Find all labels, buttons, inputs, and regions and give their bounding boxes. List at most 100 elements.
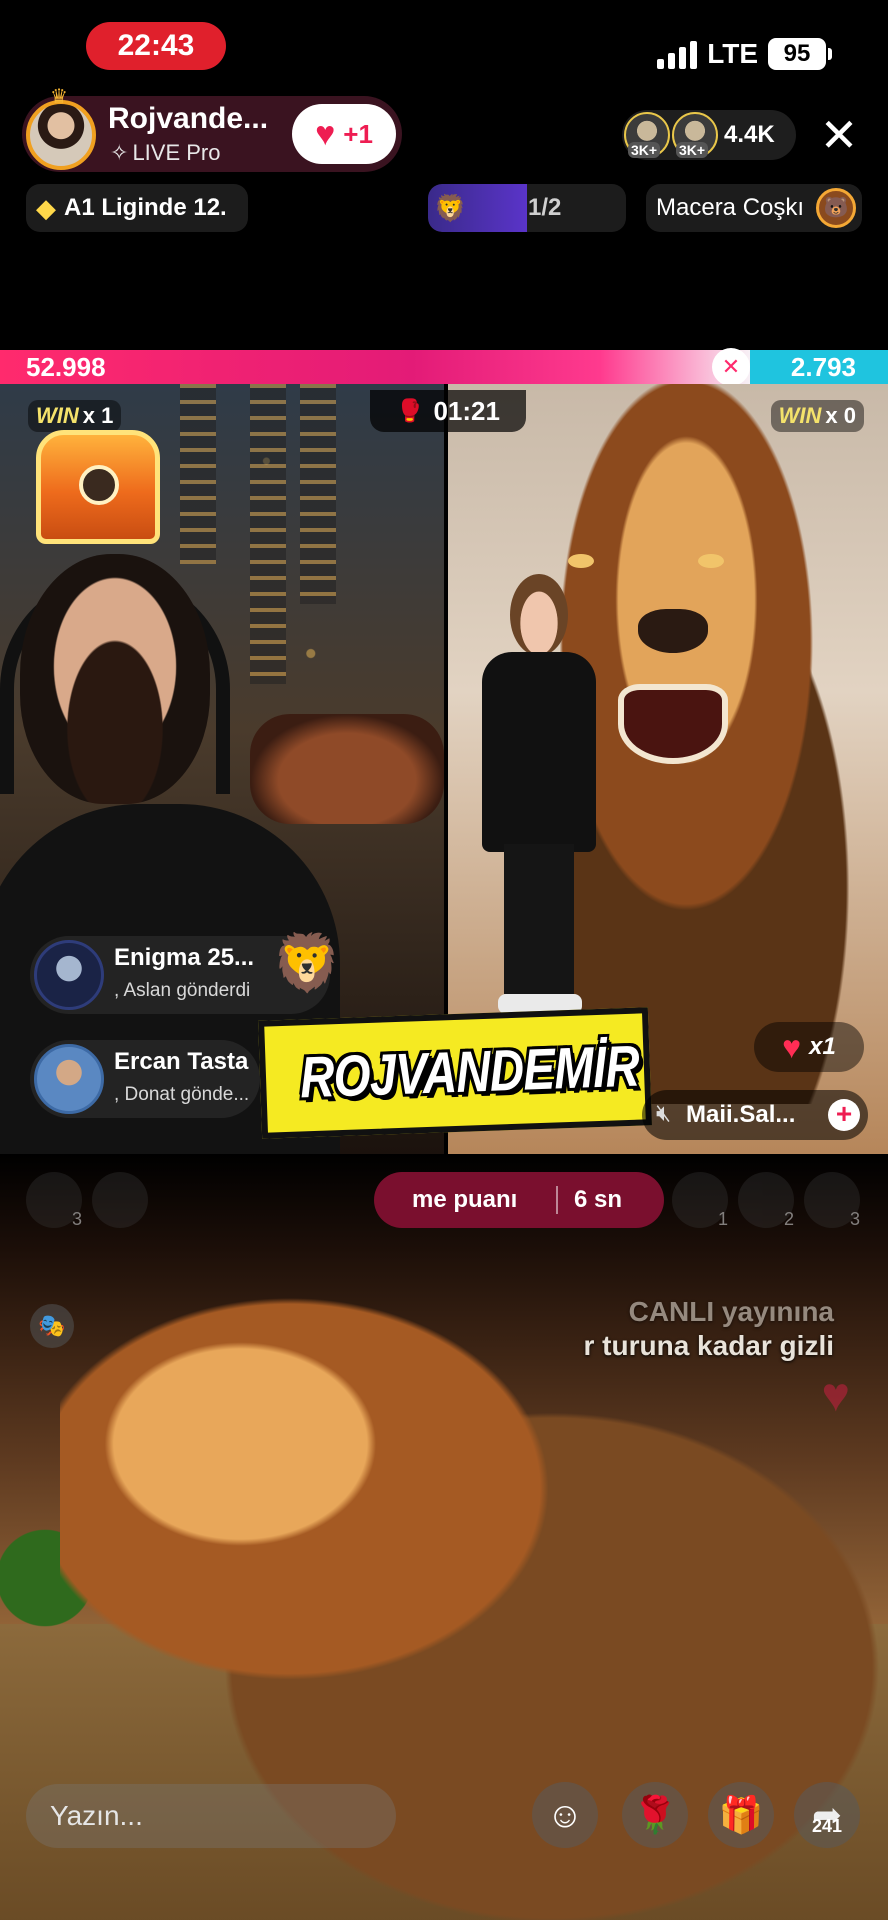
follow-button[interactable]: ♥ +1 <box>292 104 396 164</box>
lion-eye <box>568 554 594 568</box>
host-subtitle: ✧ LIVE Pro <box>110 140 220 166</box>
opponent-head <box>510 574 568 656</box>
score-pill: me puanı 6 sn <box>374 1172 664 1228</box>
chat-message: CANLI yayınına <box>628 1296 834 1327</box>
like-multiplier: ♥ x1 <box>754 1022 864 1072</box>
rank-number: 2 <box>783 1209 794 1229</box>
city-lights <box>250 384 286 684</box>
rose-icon[interactable]: 🌹 <box>622 1782 688 1848</box>
battle-score-bar: ✕ 52.998 2.793 <box>0 348 888 386</box>
bear-icon: 🐻 <box>816 188 856 228</box>
lion-icon: 🦁 <box>434 192 467 223</box>
diamond-icon: ◆ <box>36 192 56 223</box>
opponent-body <box>482 652 596 852</box>
adventure-chip[interactable]: Macera Coşkı 🐻 <box>646 184 862 232</box>
lion-eye <box>698 554 724 568</box>
opponent-person <box>468 574 608 1014</box>
rank-avatar[interactable]: 1 <box>672 1172 728 1229</box>
battle-score-left: 52.998 <box>26 352 106 382</box>
comment-input[interactable]: Yazın... <box>26 1784 396 1848</box>
score-label: me puanı <box>412 1186 518 1213</box>
chest-lock-icon <box>79 465 119 505</box>
chat-message: r turuna kadar gizli <box>583 1330 835 1361</box>
battle-score-right: 2.793 <box>790 352 856 382</box>
lion-mouth <box>618 684 728 764</box>
battery-icon: 95 <box>768 38 832 70</box>
host-avatar[interactable] <box>26 100 96 170</box>
viewer-avatar[interactable]: 3K+ <box>672 112 718 158</box>
treasure-chest-icon[interactable] <box>36 430 160 544</box>
floating-heart-icon: ♥ <box>821 1369 851 1422</box>
status-time: 22:43 <box>86 22 226 70</box>
league-chip[interactable]: ◆ A1 Liginde 12. <box>26 184 248 232</box>
gift-notification[interactable]: Ercan Tasta , Donat gönde... <box>30 1040 260 1118</box>
timer-text: 01:21 <box>433 395 500 426</box>
league-text: A1 Liginde 12. <box>64 194 227 221</box>
win-label: WIN <box>36 403 79 428</box>
opponent-legs <box>504 844 574 994</box>
gift-icon[interactable]: 🎁 <box>708 1782 774 1848</box>
streamer-logo-overlay: ROJVANDEMİR <box>258 1007 652 1139</box>
opponent-name-pill[interactable]: 🔇︎ Maii.Sal... + <box>642 1090 868 1140</box>
rank-avatar[interactable]: 2 <box>738 1172 794 1229</box>
gift-user-name: Enigma 25... <box>114 944 255 971</box>
streamer-logo-text: ROJVANDEMİR <box>298 1033 640 1111</box>
battle-separator-icon: ✕ <box>712 348 750 386</box>
rank-number: 1 <box>717 1209 728 1229</box>
rank-number: 3 <box>71 1209 82 1229</box>
win-count: x 0 <box>825 403 856 428</box>
network-label: LTE <box>707 38 758 69</box>
signal-icon <box>657 39 698 69</box>
viewer-badge: 3K+ <box>628 142 661 158</box>
city-lights <box>180 384 216 564</box>
lion-gift-icon: 🦁 <box>272 931 342 994</box>
rank-avatar[interactable] <box>92 1172 148 1228</box>
gift-user-avatar <box>34 1044 104 1114</box>
opponent-name: Maii.Sal... <box>686 1101 796 1128</box>
mute-icon[interactable]: 🔇︎ <box>656 1100 671 1128</box>
status-indicators: LTE 95 <box>657 34 832 74</box>
adventure-text: Macera Coşkı <box>656 194 805 221</box>
city-lights <box>300 384 336 604</box>
rank-number: 3 <box>849 1209 860 1229</box>
host-subtitle-text: LIVE Pro <box>132 140 221 165</box>
crown-icon: ♛ <box>50 86 68 108</box>
sofa <box>250 714 444 824</box>
share-icon[interactable]: ➦ <box>794 1782 860 1848</box>
heart-icon: ♥ <box>315 115 336 153</box>
close-icon[interactable]: ✕ <box>814 110 864 160</box>
host-profile-pill[interactable]: ♛ Rojvande... ✧ LIVE Pro ♥ +1 <box>22 86 402 172</box>
rank-progress-chip[interactable]: 🦁 1/2 <box>428 184 626 232</box>
viewer-avatar[interactable]: 3K+ <box>624 112 670 158</box>
boxing-gloves-icon: 🥊 <box>396 398 424 423</box>
score-time: 6 sn <box>574 1186 623 1213</box>
top-viewers[interactable]: 3K+ 3K+ 4.4K <box>622 110 796 160</box>
gift-action: , Aslan gönderdi <box>114 980 251 1001</box>
viewer-count: 4.4K <box>724 121 775 148</box>
add-opponent-button[interactable]: + <box>828 1099 860 1131</box>
sparkle-icon: ✧ <box>110 140 129 165</box>
gift-user-avatar <box>34 940 104 1010</box>
host-face <box>20 554 210 804</box>
win-label: WIN <box>778 403 822 428</box>
share-count: 241 <box>811 1816 843 1836</box>
rank-avatar[interactable]: 3 <box>26 1172 82 1229</box>
battle-timer: 🥊 01:21 <box>370 390 526 432</box>
like-multiplier-text: x1 <box>809 1033 836 1060</box>
comment-placeholder: Yazın... <box>50 1800 143 1831</box>
left-win-badge: WIN x 1 <box>28 400 122 432</box>
lion-nose <box>638 609 708 653</box>
win-count: x 1 <box>82 403 114 428</box>
right-win-badge: WIN x 0 <box>770 400 864 432</box>
rank-progress-text: 1/2 <box>528 194 562 221</box>
gift-user-name: Ercan Tasta <box>114 1048 249 1075</box>
follow-label: +1 <box>343 118 373 149</box>
battle-left-fill <box>0 350 750 384</box>
heart-icon: ♥ <box>782 1028 802 1065</box>
emoji-icon[interactable]: ☺ <box>532 1782 598 1848</box>
viewer-badge: 3K+ <box>676 142 709 158</box>
rank-avatar[interactable]: 3 <box>804 1172 860 1229</box>
host-name: Rojvande... <box>108 102 269 135</box>
gift-action: , Donat gönde... <box>114 1084 250 1105</box>
score-divider <box>556 1186 558 1214</box>
